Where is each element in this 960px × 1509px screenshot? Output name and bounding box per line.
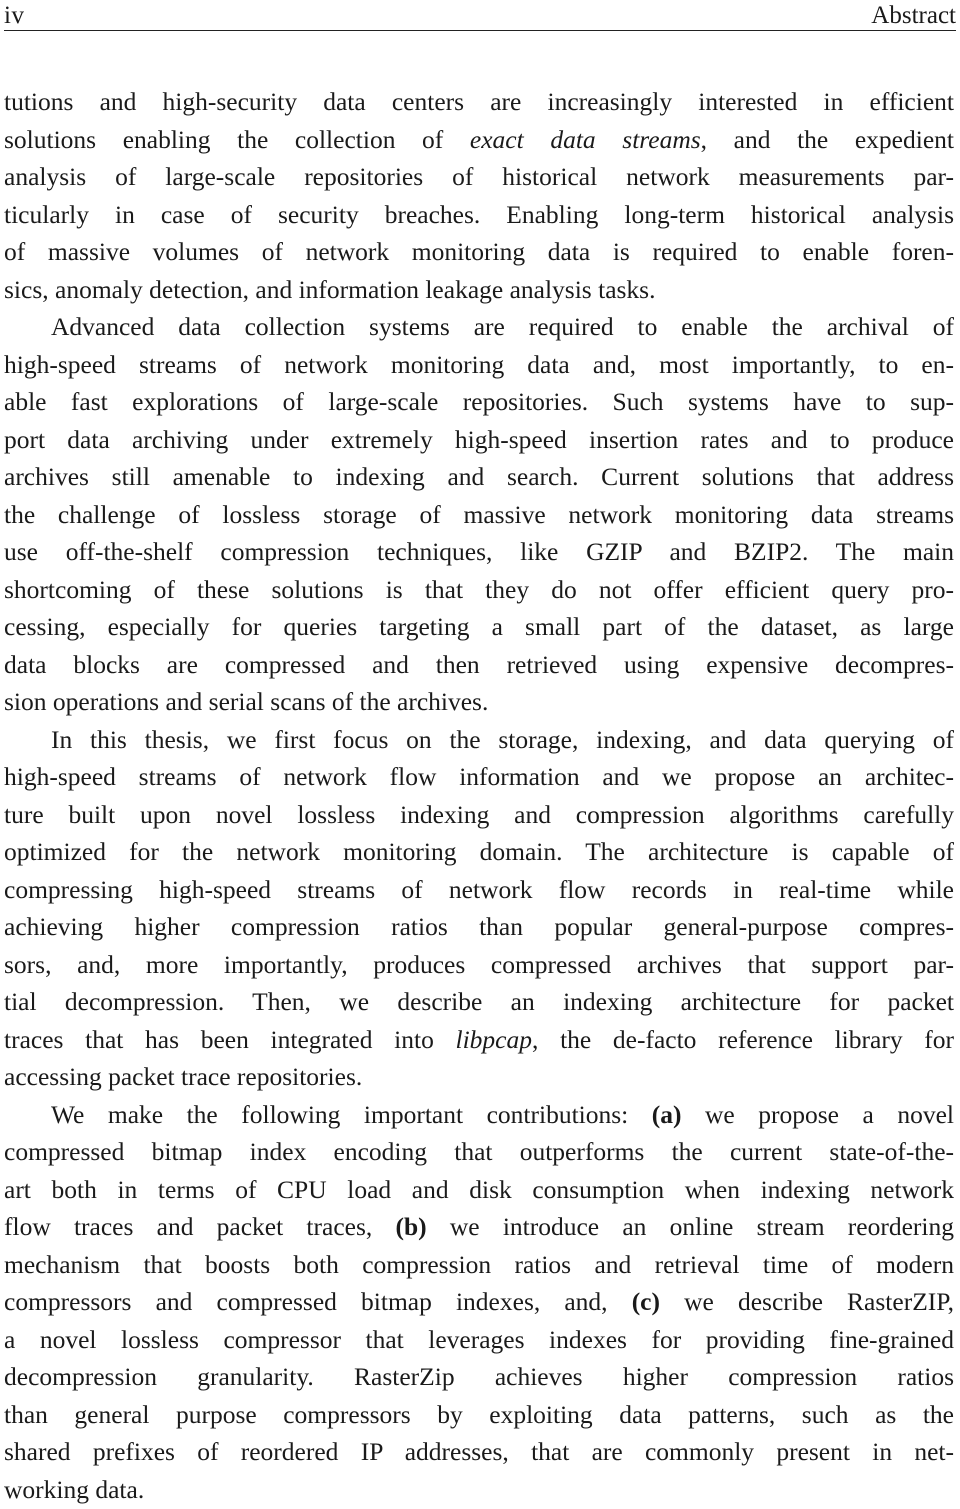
- text-line: sics, anomaly detection, and information…: [4, 271, 954, 309]
- text-line: than general purpose compressors by expl…: [4, 1396, 954, 1434]
- text-line: port data archiving under extremely high…: [4, 421, 954, 459]
- text-run: use off-the-shelf compression techniques…: [4, 537, 954, 566]
- text-run: archives still amenable to indexing and …: [4, 462, 954, 491]
- text-run: cessing, especially for queries targetin…: [4, 612, 954, 641]
- text-run: data blocks are compressed and then retr…: [4, 649, 954, 679]
- text-line: cessing, especially for queries targetin…: [4, 608, 954, 646]
- italic-term: libpcap: [455, 1024, 533, 1054]
- text-run: ticularly in case of security breaches. …: [4, 199, 954, 229]
- text-run: the challenge of lossless storage of mas…: [4, 499, 954, 529]
- text-run: high-speed streams of network flow infor…: [4, 762, 954, 791]
- text-line: archives still amenable to indexing and …: [4, 458, 954, 496]
- text-run: achieving higher compression ratios than…: [4, 912, 954, 941]
- contribution-marker: (b): [395, 1212, 427, 1241]
- text-line: flow traces and packet traces, (b) we in…: [4, 1208, 954, 1246]
- page-number: iv: [4, 2, 25, 29]
- text-line: use off-the-shelf compression techniques…: [4, 533, 954, 571]
- abstract-body: tutions and high-security data centers a…: [4, 83, 954, 1508]
- text-line: achieving higher compression ratios than…: [4, 908, 954, 946]
- text-line: ticularly in case of security breaches. …: [4, 196, 954, 234]
- text-line: art both in terms of CPU load and disk c…: [4, 1171, 954, 1209]
- text-run: shared prefixes of reordered IP addresse…: [4, 1437, 954, 1466]
- text-run: compressed bitmap index encoding that ou…: [4, 1137, 954, 1166]
- text-line: of massive volumes of network monitoring…: [4, 233, 954, 271]
- paragraph-p2: Advanced data collection systems are req…: [4, 308, 954, 721]
- text-line: working data.: [4, 1471, 954, 1509]
- text-line: sors, and, more importantly, produces co…: [4, 946, 954, 984]
- text-run: , the de-facto reference library for: [532, 1024, 954, 1054]
- text-line: able fast explorations of large-scale re…: [4, 383, 954, 421]
- text-line: solutions enabling the collection of exa…: [4, 121, 954, 159]
- text-line: analysis of large-scale repositories of …: [4, 158, 954, 196]
- text-run: decompression granularity. RasterZip ach…: [4, 1362, 954, 1391]
- text-line: high-speed streams of network flow infor…: [4, 758, 954, 796]
- text-run: we propose a novel: [681, 1099, 954, 1129]
- running-head: iv Abstract: [4, 0, 956, 31]
- text-run: optimized for the network monitoring dom…: [4, 837, 954, 866]
- text-line: In this thesis, we first focus on the st…: [4, 721, 954, 759]
- text-run: able fast explorations of large-scale re…: [4, 387, 954, 416]
- text-line: ture built upon novel lossless indexing …: [4, 796, 954, 834]
- text-run: shortcoming of these solutions is that t…: [4, 574, 954, 604]
- text-run: art both in terms of CPU load and disk c…: [4, 1174, 954, 1204]
- section-title: Abstract: [871, 2, 956, 29]
- text-line: Advanced data collection systems are req…: [4, 308, 954, 346]
- text-line: tial decompression. Then, we describe an…: [4, 983, 954, 1021]
- text-run: tutions and high-security data centers a…: [4, 87, 954, 116]
- text-run: working data.: [4, 1474, 145, 1504]
- text-line: compressed bitmap index encoding that ou…: [4, 1133, 954, 1171]
- text-run: solutions enabling the collection of: [4, 124, 470, 154]
- text-run: compressors and compressed bitmap indexe…: [4, 1287, 632, 1316]
- text-run: of massive volumes of network monitoring…: [4, 237, 954, 266]
- text-run: , and the expedient: [700, 124, 954, 154]
- text-run: flow traces and packet traces,: [4, 1212, 396, 1241]
- text-run: traces that has been integrated into: [4, 1024, 456, 1054]
- text-run: Advanced data collection systems are req…: [51, 312, 954, 341]
- text-run: we describe RasterZIP,: [660, 1287, 954, 1316]
- text-line: optimized for the network monitoring dom…: [4, 833, 954, 871]
- paragraph-p4: We make the following important contribu…: [4, 1096, 954, 1509]
- paragraph-p1: tutions and high-security data centers a…: [4, 83, 954, 308]
- text-run: We make the following important contribu…: [51, 1099, 652, 1129]
- text-line: sion operations and serial scans of the …: [4, 683, 954, 721]
- text-run: a novel lossless compressor that leverag…: [4, 1324, 954, 1354]
- text-run: high-speed streams of network monitoring…: [4, 349, 954, 379]
- text-line: mechanism that boosts both compression r…: [4, 1246, 954, 1284]
- text-run: tial decompression. Then, we describe an…: [4, 987, 954, 1016]
- contribution-marker: (c): [631, 1287, 660, 1316]
- paragraph-p3: In this thesis, we first focus on the st…: [4, 721, 954, 1096]
- text-line: high-speed streams of network monitoring…: [4, 346, 954, 384]
- text-run: port data archiving under extremely high…: [4, 424, 954, 454]
- contribution-marker: (a): [651, 1099, 682, 1129]
- text-run: mechanism that boosts both compression r…: [4, 1249, 954, 1279]
- text-line: compressing high-speed streams of networ…: [4, 871, 954, 909]
- text-run: we introduce an online stream reordering: [426, 1212, 954, 1241]
- text-run: compressing high-speed streams of networ…: [4, 874, 954, 904]
- text-line: the challenge of lossless storage of mas…: [4, 496, 954, 534]
- text-line: decompression granularity. RasterZip ach…: [4, 1358, 954, 1396]
- text-run: In this thesis, we first focus on the st…: [51, 724, 954, 754]
- italic-term: exact data streams: [469, 124, 701, 154]
- text-run: sion operations and serial scans of the …: [4, 687, 489, 716]
- text-line: compressors and compressed bitmap indexe…: [4, 1283, 954, 1321]
- text-line: accessing packet trace repositories.: [4, 1058, 954, 1096]
- text-run: ture built upon novel lossless indexing …: [4, 799, 954, 829]
- text-line: We make the following important contribu…: [4, 1096, 954, 1134]
- text-line: shared prefixes of reordered IP addresse…: [4, 1433, 954, 1471]
- text-line: traces that has been integrated into lib…: [4, 1021, 954, 1059]
- text-run: sors, and, more importantly, produces co…: [4, 949, 954, 979]
- text-line: data blocks are compressed and then retr…: [4, 646, 954, 684]
- text-run: sics, anomaly detection, and information…: [4, 274, 656, 304]
- text-line: shortcoming of these solutions is that t…: [4, 571, 954, 609]
- text-line: tutions and high-security data centers a…: [4, 83, 954, 121]
- text-run: than general purpose compressors by expl…: [4, 1399, 954, 1429]
- text-run: analysis of large-scale repositories of …: [4, 162, 954, 191]
- text-run: accessing packet trace repositories.: [4, 1062, 363, 1091]
- text-line: a novel lossless compressor that leverag…: [4, 1321, 954, 1359]
